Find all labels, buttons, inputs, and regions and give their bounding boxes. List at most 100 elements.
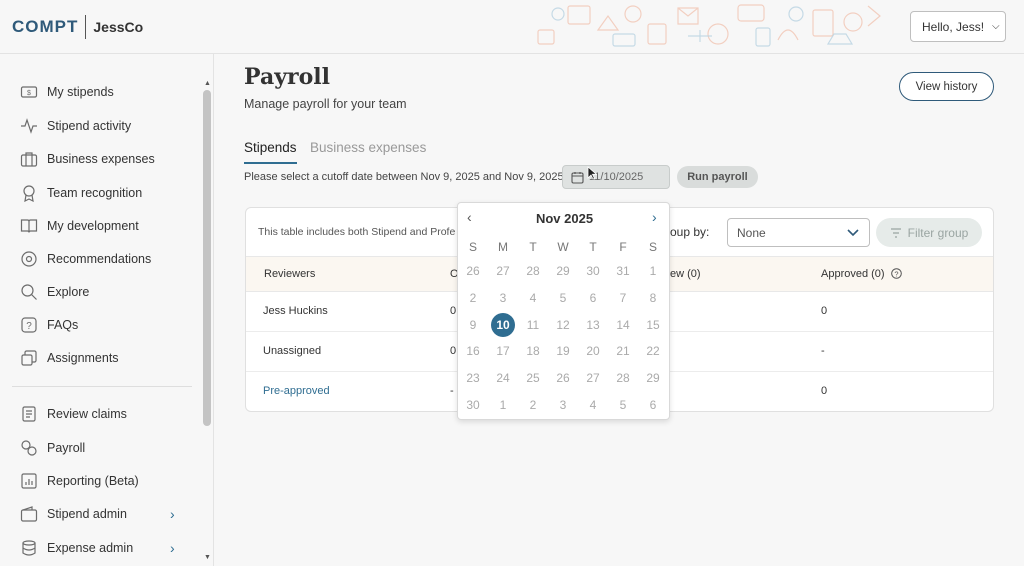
column-header-review[interactable]: ew (0) xyxy=(670,268,701,280)
question-icon: ? xyxy=(21,317,37,333)
sidebar-scrollbar[interactable] xyxy=(203,90,211,426)
calendar-day[interactable]: 11 xyxy=(521,313,545,337)
calendar-day[interactable]: 29 xyxy=(641,366,665,390)
calendar-day[interactable]: 13 xyxy=(581,313,605,337)
calendar-day[interactable]: 7 xyxy=(611,286,635,310)
payroll-icon xyxy=(21,440,37,456)
chevron-right-icon[interactable]: › xyxy=(170,540,175,556)
calendar-day[interactable]: 12 xyxy=(551,313,575,337)
run-payroll-button[interactable]: Run payroll xyxy=(677,166,758,188)
briefcase-icon xyxy=(20,152,38,167)
calendar-day[interactable]: 27 xyxy=(581,366,605,390)
calendar-day[interactable]: 17 xyxy=(491,339,515,363)
cell-value: 0 xyxy=(450,345,457,357)
calendar-day[interactable]: 15 xyxy=(641,313,665,337)
reviewer-name: Jess Huckins xyxy=(263,305,328,317)
sidebar-item-label: FAQs xyxy=(47,318,79,332)
sidebar-item-label: Team recognition xyxy=(47,186,143,200)
calendar-day[interactable]: 2 xyxy=(461,286,485,310)
calendar-day[interactable]: 23 xyxy=(461,366,485,390)
sidebar-item-business-expenses[interactable]: Business expenses xyxy=(20,148,190,170)
calendar-day[interactable]: 16 xyxy=(461,339,485,363)
filter-group-label: Filter group xyxy=(907,225,969,240)
sidebar-item-reporting[interactable]: Reporting (Beta) xyxy=(20,470,190,492)
scroll-down-arrow-icon[interactable]: ▼ xyxy=(204,554,211,561)
calendar-day[interactable]: 4 xyxy=(581,393,605,417)
calendar-day[interactable]: 31 xyxy=(611,259,635,283)
calendar-day[interactable]: 6 xyxy=(641,393,665,417)
calendar-day[interactable]: 26 xyxy=(551,366,575,390)
cutoff-date-input[interactable]: 11/10/2025 xyxy=(562,165,670,189)
calendar-day[interactable]: 1 xyxy=(491,393,515,417)
calendar-day[interactable]: 14 xyxy=(611,313,635,337)
calendar-day[interactable]: 21 xyxy=(611,339,635,363)
scroll-up-arrow-icon[interactable]: ▲ xyxy=(204,80,211,87)
calendar-day[interactable]: 5 xyxy=(611,393,635,417)
calendar-day[interactable]: 8 xyxy=(641,286,665,310)
book-icon xyxy=(20,219,38,233)
calendar-day[interactable]: 10 xyxy=(491,312,515,337)
calendar-day[interactable]: 1 xyxy=(641,259,665,283)
column-header-approved[interactable]: Approved (0) ? xyxy=(821,268,902,280)
banner-illustration xyxy=(528,0,888,53)
calendar-day[interactable]: 24 xyxy=(491,366,515,390)
calendar-day[interactable]: 3 xyxy=(491,286,515,310)
help-icon[interactable]: ? xyxy=(890,268,902,279)
calendar-day[interactable]: 5 xyxy=(551,286,575,310)
filter-group-button[interactable]: Filter group xyxy=(876,218,982,247)
user-menu-button[interactable]: Hello, Jess! ⌵ xyxy=(910,11,1006,42)
weekday-label: T xyxy=(589,240,597,254)
cutoff-instructions: Please select a cutoff date between Nov … xyxy=(244,171,564,183)
calendar-day[interactable]: 25 xyxy=(521,366,545,390)
calendar-day[interactable]: 4 xyxy=(521,286,545,310)
calendar-day[interactable]: 22 xyxy=(641,339,665,363)
chevron-right-icon[interactable]: › xyxy=(652,209,657,225)
calendar-day[interactable]: 19 xyxy=(551,339,575,363)
calendar-day[interactable]: 2 xyxy=(521,393,545,417)
calendar-icon xyxy=(571,171,584,184)
company-name: JessCo xyxy=(93,19,144,35)
sidebar-item-my-development[interactable]: My development xyxy=(20,215,190,237)
sidebar-item-team-recognition[interactable]: Team recognition xyxy=(20,182,190,204)
approved-value: 0 xyxy=(821,385,828,397)
sidebar-item-expense-admin[interactable]: Expense admin › xyxy=(20,537,190,559)
group-by-select[interactable]: None xyxy=(727,218,870,247)
sidebar-item-label: Stipend admin xyxy=(47,507,127,521)
calendar-day[interactable]: 29 xyxy=(551,259,575,283)
calendar-day[interactable]: 6 xyxy=(581,286,605,310)
calendar-day[interactable]: 18 xyxy=(521,339,545,363)
sidebar-item-stipend-admin[interactable]: Stipend admin › xyxy=(20,503,190,525)
approved-value: 0 xyxy=(821,305,828,317)
approved-value: - xyxy=(821,345,825,357)
view-history-button[interactable]: View history xyxy=(899,72,994,101)
calendar-day[interactable]: 3 xyxy=(551,393,575,417)
calendar-day[interactable]: 27 xyxy=(491,259,515,283)
calendar-day[interactable]: 30 xyxy=(581,259,605,283)
calendar-day[interactable]: 30 xyxy=(461,393,485,417)
calendar-day[interactable]: 26 xyxy=(461,259,485,283)
compass-icon xyxy=(21,251,37,267)
sidebar-item-my-stipends[interactable]: $ My stipends xyxy=(20,81,190,103)
sidebar-item-recommendations[interactable]: Recommendations xyxy=(20,248,190,270)
sidebar-item-payroll[interactable]: Payroll xyxy=(20,437,190,459)
column-header-reviewers[interactable]: Reviewers xyxy=(264,268,315,280)
sidebar-item-faqs[interactable]: ? FAQs xyxy=(20,314,190,336)
sidebar-item-explore[interactable]: Explore xyxy=(20,281,190,303)
calendar-day[interactable]: 28 xyxy=(521,259,545,283)
reviewer-name: Unassigned xyxy=(263,345,322,357)
svg-text:$: $ xyxy=(27,90,31,97)
calendar-day[interactable]: 20 xyxy=(581,339,605,363)
tab-stipends[interactable]: Stipends xyxy=(244,140,297,164)
tab-business-expenses[interactable]: Business expenses xyxy=(310,140,426,162)
column-header-approved-label: Approved (0) xyxy=(821,268,885,280)
sidebar-item-review-claims[interactable]: Review claims xyxy=(20,403,190,425)
reviewer-link[interactable]: Pre-approved xyxy=(263,385,330,397)
sidebar-item-label: Recommendations xyxy=(47,252,152,266)
logo[interactable]: COMPT JessCo xyxy=(12,15,143,39)
sidebar-item-label: My stipends xyxy=(47,85,114,99)
calendar-day[interactable]: 28 xyxy=(611,366,635,390)
calendar-day[interactable]: 9 xyxy=(461,313,485,337)
chevron-right-icon[interactable]: › xyxy=(170,506,175,522)
sidebar-item-stipend-activity[interactable]: Stipend activity xyxy=(20,115,190,137)
sidebar-item-assignments[interactable]: Assignments xyxy=(20,347,190,369)
